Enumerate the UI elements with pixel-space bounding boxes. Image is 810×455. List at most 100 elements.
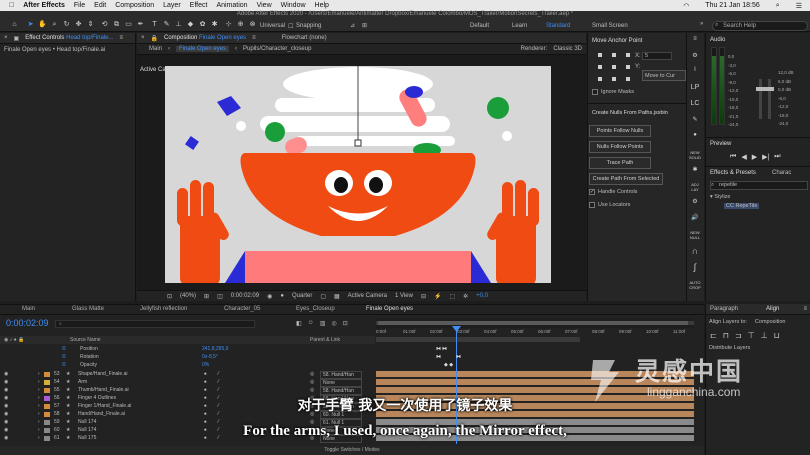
timecode[interactable]: 0:00:02:09 [231, 293, 259, 299]
comp-menu-icon[interactable]: ≡ [252, 35, 256, 41]
panel-menu-icon[interactable]: ≡ [119, 35, 123, 41]
pin-script-icon[interactable]: ✱ [686, 166, 704, 173]
layer-row[interactable]: ◉ › 55 ★ Thumb/Hand_Finale.ai ♠ ⁄ ◎ 58. Hand/Han [0, 387, 375, 395]
handle-controls-box[interactable]: ✓ [589, 189, 595, 195]
world-axis-icon[interactable]: ⊕ [236, 21, 245, 29]
pickwhip-icon[interactable]: ◎ [310, 387, 314, 393]
expand-arrow-icon[interactable]: › [38, 371, 40, 377]
quality-switch-icon[interactable]: ⁄ [218, 371, 219, 377]
snapping-label[interactable]: Snapping [296, 23, 321, 29]
pickwhip-icon[interactable]: ◎ [310, 379, 314, 385]
volume-slider-r[interactable] [765, 79, 774, 119]
menu-help[interactable]: Help [315, 2, 329, 9]
expand-arrow-icon[interactable]: › [38, 387, 40, 393]
pixel-aspect-icon[interactable]: ⊟ [421, 293, 426, 300]
dolly-tool-icon[interactable]: ⇕ [86, 21, 95, 29]
timeline-flow-icon[interactable]: ⬚ [449, 293, 455, 300]
timeline-timecode[interactable]: 0:00:02:09 [6, 318, 49, 328]
nulls-follow-points-button[interactable]: Nulls Follow Points [589, 141, 651, 153]
align-vcenter-icon[interactable]: ⊥ [761, 331, 768, 340]
align-right-icon[interactable]: ⊐ [735, 331, 742, 340]
tab-composition[interactable]: Composition Finale Open eyes [164, 35, 246, 41]
menu-composition[interactable]: Composition [115, 2, 154, 9]
keyframe-pos-2[interactable]: ⧓ [442, 346, 447, 352]
first-frame-icon[interactable]: ⏮ [730, 153, 736, 161]
align-to-select[interactable]: Composition [755, 319, 786, 325]
exposure-icon[interactable]: ✲ [463, 293, 468, 300]
lc-script-button[interactable]: LC [686, 100, 704, 107]
rotate-tool-icon[interactable]: ⟲ [100, 21, 109, 29]
motion-blur-icon[interactable]: ◎ [331, 320, 336, 327]
exposure-value[interactable]: +0,0 [476, 293, 488, 299]
ignore-masks-box[interactable] [592, 89, 598, 95]
timeline-tab-finale[interactable]: Finale Open eyes [366, 306, 413, 312]
fast-preview-icon[interactable]: ⚡ [434, 293, 441, 300]
zoom-select[interactable]: (40%) [180, 293, 196, 299]
scripts-menu-icon[interactable]: ≡ [686, 36, 704, 42]
draft3d-icon[interactable]: ◧ [296, 320, 302, 327]
snapshot-icon[interactable]: ◉ [267, 293, 272, 300]
script-icon-new[interactable]: NEW SOLID [686, 150, 704, 160]
time-ruler[interactable]: 0:00f 01:00f 02:00f 03:00f 04:00f 05:00f 06:00… [376, 328, 694, 337]
camera-select[interactable]: Active Camera [348, 293, 387, 299]
work-area-bar[interactable] [376, 337, 580, 342]
script-icon-null[interactable]: NEW NULL [686, 230, 704, 240]
renderer-value[interactable]: Classic 3D [553, 46, 582, 52]
workspace-learn[interactable]: Learn [512, 23, 527, 29]
anchor-x-input[interactable]: 5 [642, 52, 672, 60]
comp-lock-icon[interactable]: 🔒 [151, 35, 158, 42]
expand-arrow-icon[interactable]: › [38, 379, 40, 385]
clock[interactable]: Thu 21 Jan 18:56 [705, 2, 760, 9]
timeline-tab-main[interactable]: Main [22, 306, 35, 312]
brush-script-icon[interactable]: ✎ [686, 116, 704, 123]
show-channel-icon[interactable]: ● [280, 293, 284, 299]
view-axis-icon[interactable]: ⊗ [248, 21, 257, 29]
menu-file[interactable]: File [74, 2, 85, 9]
clone-tool-icon[interactable]: ⊥ [174, 21, 183, 29]
snap-grid-icon[interactable]: ⊞ [362, 22, 367, 29]
close-tab-icon[interactable]: × [4, 35, 8, 41]
gear-script-icon[interactable]: ⚙ [686, 198, 704, 205]
workspace-standard[interactable]: Standard [546, 23, 570, 29]
quality-switch-icon[interactable]: ⁄ [218, 379, 219, 385]
selection-tool-icon[interactable]: ➤ [26, 21, 35, 29]
parent-select[interactable]: 58. Hand/Han [320, 371, 362, 379]
view-layout-select[interactable]: 1 View [395, 293, 413, 299]
transparency-grid-icon[interactable]: ▦ [334, 293, 340, 300]
property-value[interactable]: 0% [202, 362, 209, 368]
keyframe-pos-1[interactable]: ⧓ [436, 346, 441, 352]
property-value[interactable]: 0x-8,5° [202, 354, 218, 360]
time-navigator[interactable] [376, 318, 694, 328]
align-bottom-icon[interactable]: ⊔ [774, 331, 780, 340]
visibility-eye-icon[interactable]: ◉ [4, 387, 8, 393]
tab-flowchart[interactable]: Flowchart (none) [282, 35, 327, 41]
label-color-swatch[interactable] [44, 380, 50, 385]
wifi-icon[interactable]: ◠ [683, 2, 689, 10]
parent-link-header[interactable]: Parent & Link [310, 336, 340, 344]
apple-icon[interactable]:  [9, 2, 14, 9]
layer-name[interactable]: Shape/Hand_Finale.ai [78, 371, 127, 377]
frame-blend-icon[interactable]: ▥ [320, 320, 326, 327]
workspace-small-screen[interactable]: Small Screen [592, 23, 628, 29]
workspace-default[interactable]: Default [470, 23, 489, 29]
layer-row[interactable]: ◉ › 53 ★ Shape/Hand_Finale.ai ♠ ⁄ ◎ 58. Hand/Han [0, 371, 375, 379]
play-icon[interactable]: ▶ [752, 153, 757, 161]
menu-list-icon[interactable]: ☰ [796, 2, 802, 10]
timeline-tab-glass[interactable]: Glass Matte [72, 306, 104, 312]
move-to-button[interactable]: Move to Cur [642, 70, 686, 81]
menu-edit[interactable]: Edit [94, 2, 106, 9]
source-name-header[interactable]: Source Name [70, 336, 101, 344]
align-left-icon[interactable]: ⊏ [710, 331, 717, 340]
ignore-masks-checkbox[interactable]: Ignore Masks [592, 89, 634, 95]
menu-window[interactable]: Window [281, 2, 306, 9]
keyframe-opacity-1[interactable]: ◆ ◆ [444, 362, 453, 368]
use-locators-box[interactable] [589, 202, 595, 208]
mountain-script-icon[interactable]: ∩ [686, 246, 704, 256]
search-help-input[interactable]: Search Help [712, 21, 808, 31]
quality-select[interactable]: Quarter [292, 293, 312, 299]
search-icon[interactable]: ⌕ [776, 2, 780, 10]
settings-gear-icon[interactable]: ⚙ [686, 52, 704, 59]
effect-result-item[interactable]: CC RepeTile [724, 203, 760, 209]
motion-tools-icon[interactable]: I [686, 67, 704, 73]
zoom-tool-icon[interactable]: ⌕ [50, 21, 59, 29]
